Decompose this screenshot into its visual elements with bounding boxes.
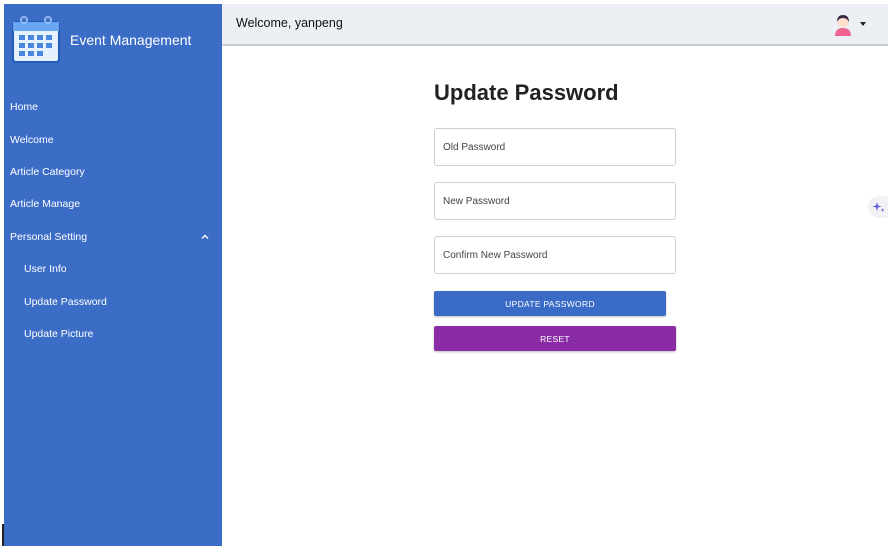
brand: Event Management — [10, 14, 191, 66]
reset-button[interactable]: RESET — [434, 326, 676, 351]
sidebar-item-label: Update Picture — [24, 327, 94, 340]
old-password-input[interactable] — [435, 129, 675, 165]
sidebar-item-label: User Info — [24, 263, 67, 276]
app-root: Event Management Home Welcome Article Ca… — [0, 0, 892, 546]
sidebar-item-update-password[interactable]: Update Password — [4, 285, 222, 317]
new-password-field — [434, 182, 676, 220]
sidebar-item-update-picture[interactable]: Update Picture — [4, 318, 222, 350]
sidebar-item-label: Personal Setting — [10, 230, 88, 243]
sidebar-item-home[interactable]: Home — [4, 91, 222, 123]
new-password-input[interactable] — [435, 183, 675, 219]
sidebar-item-user-info[interactable]: User Info — [4, 253, 222, 285]
confirm-password-field — [434, 236, 676, 274]
caret-down-icon — [860, 22, 866, 26]
top-bar: Welcome, yanpeng — [222, 4, 888, 46]
sidebar-item-article-manage[interactable]: Article Manage — [4, 188, 222, 220]
sidebar-item-welcome[interactable]: Welcome — [4, 123, 222, 155]
sidebar-item-label: Home — [10, 101, 39, 114]
chevron-up-icon — [201, 234, 209, 239]
assistant-sparkle-button[interactable] — [868, 196, 890, 218]
sidebar-nav: Home Welcome Article Category Article Ma… — [4, 91, 222, 350]
welcome-text: Welcome, yanpeng — [236, 16, 343, 30]
sidebar-item-label: Update Password — [24, 295, 107, 308]
window-right-edge — [888, 0, 892, 546]
sparkle-icon — [872, 202, 885, 212]
old-password-field — [434, 128, 676, 166]
sidebar: Event Management Home Welcome Article Ca… — [4, 4, 222, 546]
sidebar-item-label: Welcome — [10, 133, 54, 146]
brand-title: Event Management — [70, 32, 192, 48]
user-avatar-icon — [835, 15, 851, 36]
calendar-icon — [12, 16, 60, 63]
sidebar-item-label: Article Category — [10, 165, 85, 178]
sidebar-item-label: Article Manage — [10, 198, 81, 211]
user-menu[interactable] — [832, 12, 866, 36]
page-title: Update Password — [434, 80, 619, 105]
update-password-button[interactable]: UPDATE PASSWORD — [434, 291, 666, 316]
sidebar-item-personal-setting[interactable]: Personal Setting — [4, 221, 222, 253]
sidebar-item-article-category[interactable]: Article Category — [4, 156, 222, 188]
confirm-password-input[interactable] — [435, 237, 675, 273]
